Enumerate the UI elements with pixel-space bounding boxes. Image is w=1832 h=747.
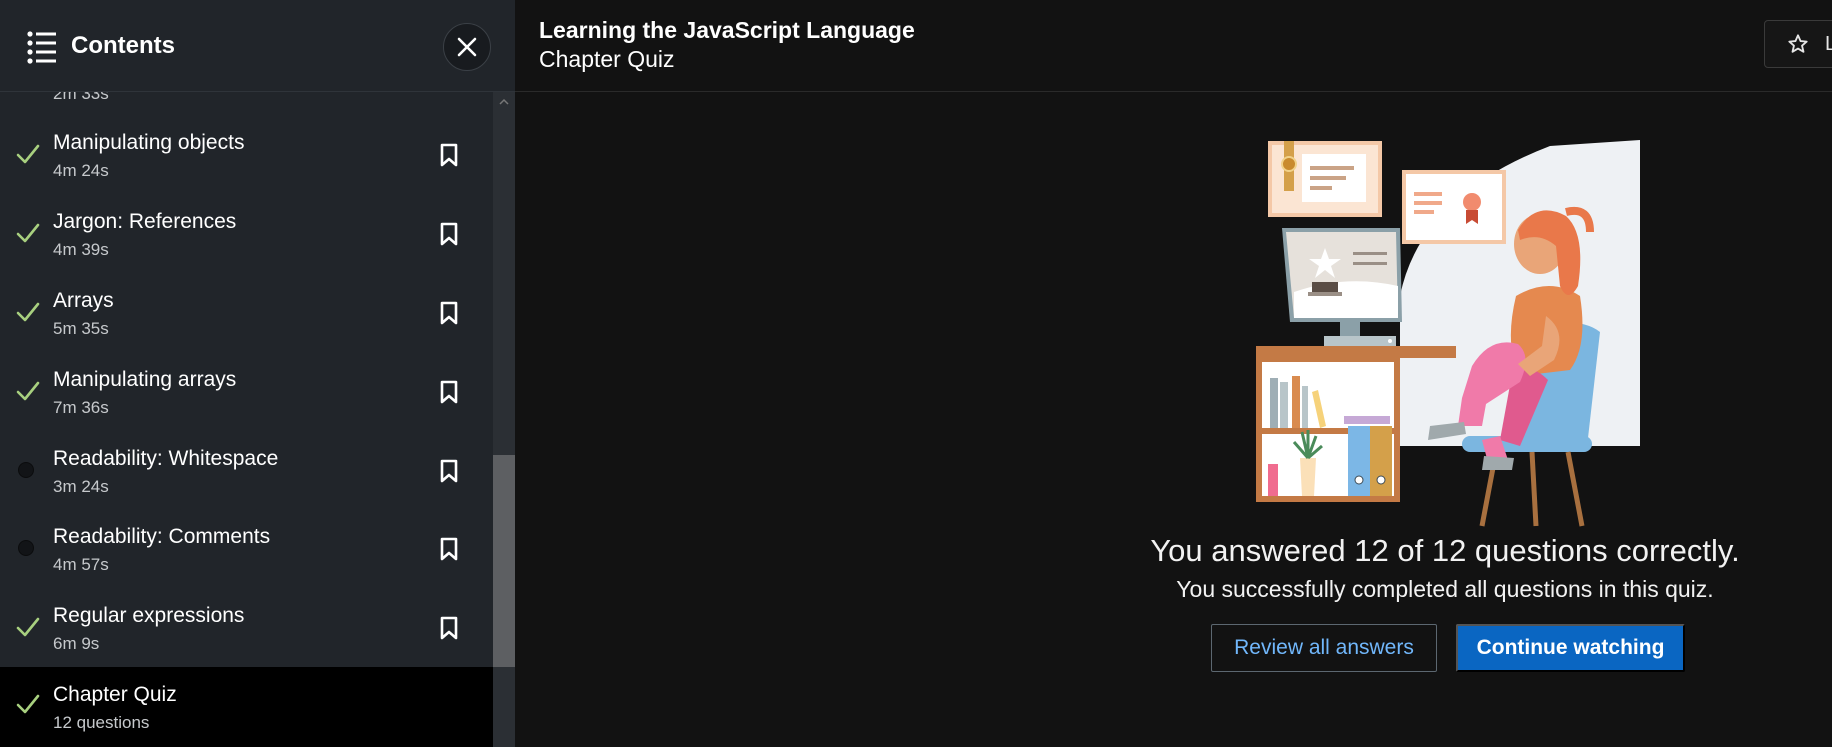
item-duration: 6m 9s [53,634,100,653]
item-title: Jargon: References [53,210,237,233]
check-icon [16,302,40,322]
save-button[interactable]: L [1764,20,1832,68]
item-duration: 4m 57s [53,555,109,574]
item-title: Readability: Comments [53,525,271,548]
sidebar-title: Contents [71,32,175,59]
review-all-answers-button[interactable]: Review all answers [1211,624,1437,672]
check-icon [16,223,40,243]
item-duration: 7m 36s [53,398,109,417]
list-item-active[interactable]: Chapter Quiz 12 questions [0,667,493,747]
contents-list: 2m 33s Manipulating objects 4m 24s Jargo… [0,92,493,747]
list-item[interactable]: Readability: Whitespace 3m 24s [0,435,493,514]
check-icon [16,694,40,714]
sidebar-header: Contents [0,0,515,92]
bookmark-icon[interactable] [439,143,459,167]
item-duration: 4m 39s [53,240,109,259]
item-duration: 3m 24s [53,477,109,496]
save-label: L [1825,33,1832,55]
close-icon [457,37,477,57]
bookmark-icon[interactable] [439,459,459,483]
main-header: Learning the JavaScript Language Chapter… [515,0,1832,92]
continue-watching-button[interactable]: Continue watching [1456,624,1685,672]
bookmark-icon[interactable] [439,537,459,561]
star-icon [1788,34,1808,53]
check-icon [16,617,40,637]
incomplete-dot-icon [18,462,34,478]
scrollbar-thumb[interactable] [493,455,515,667]
item-title: Readability: Whitespace [53,447,279,470]
check-icon [16,144,40,164]
item-title: Regular expressions [53,604,245,627]
check-icon [16,381,40,401]
item-duration: 4m 24s [53,161,109,180]
item-duration: 2m 33s [53,92,109,103]
quiz-result-text: You answered 12 of 12 questions correctl… [1150,533,1740,568]
bookmark-icon[interactable] [439,380,459,404]
item-title: Manipulating arrays [53,368,237,391]
list-item[interactable]: Arrays 5m 35s [0,277,493,356]
list-item[interactable]: Regular expressions 6m 9s [0,592,493,671]
item-duration: 12 questions [53,713,150,732]
item-duration: 5m 35s [53,319,109,338]
incomplete-dot-icon [18,540,34,556]
item-title: Chapter Quiz [53,683,177,706]
course-title: Learning the JavaScript Language [539,17,915,43]
scroll-up-icon[interactable] [499,98,509,106]
contents-sidebar: Contents 2m 33s Manipulating objects 4m … [0,0,515,747]
list-icon [27,31,56,64]
list-item[interactable]: Manipulating arrays 7m 36s [0,356,493,435]
list-item[interactable]: Readability: Comments 4m 57s [0,513,493,592]
chapter-title: Chapter Quiz [539,46,675,72]
list-item[interactable]: Jargon: References 4m 39s [0,198,493,277]
item-title: Arrays [53,289,114,312]
bookmark-icon[interactable] [439,616,459,640]
close-sidebar-button[interactable] [443,23,491,71]
bookmark-icon[interactable] [439,222,459,246]
item-title: Manipulating objects [53,131,245,154]
quiz-complete-illustration [1256,140,1640,527]
list-item[interactable]: Manipulating objects 4m 24s [0,119,493,198]
quiz-subresult-text: You successfully completed all questions… [1176,576,1714,602]
bookmark-icon[interactable] [439,301,459,325]
